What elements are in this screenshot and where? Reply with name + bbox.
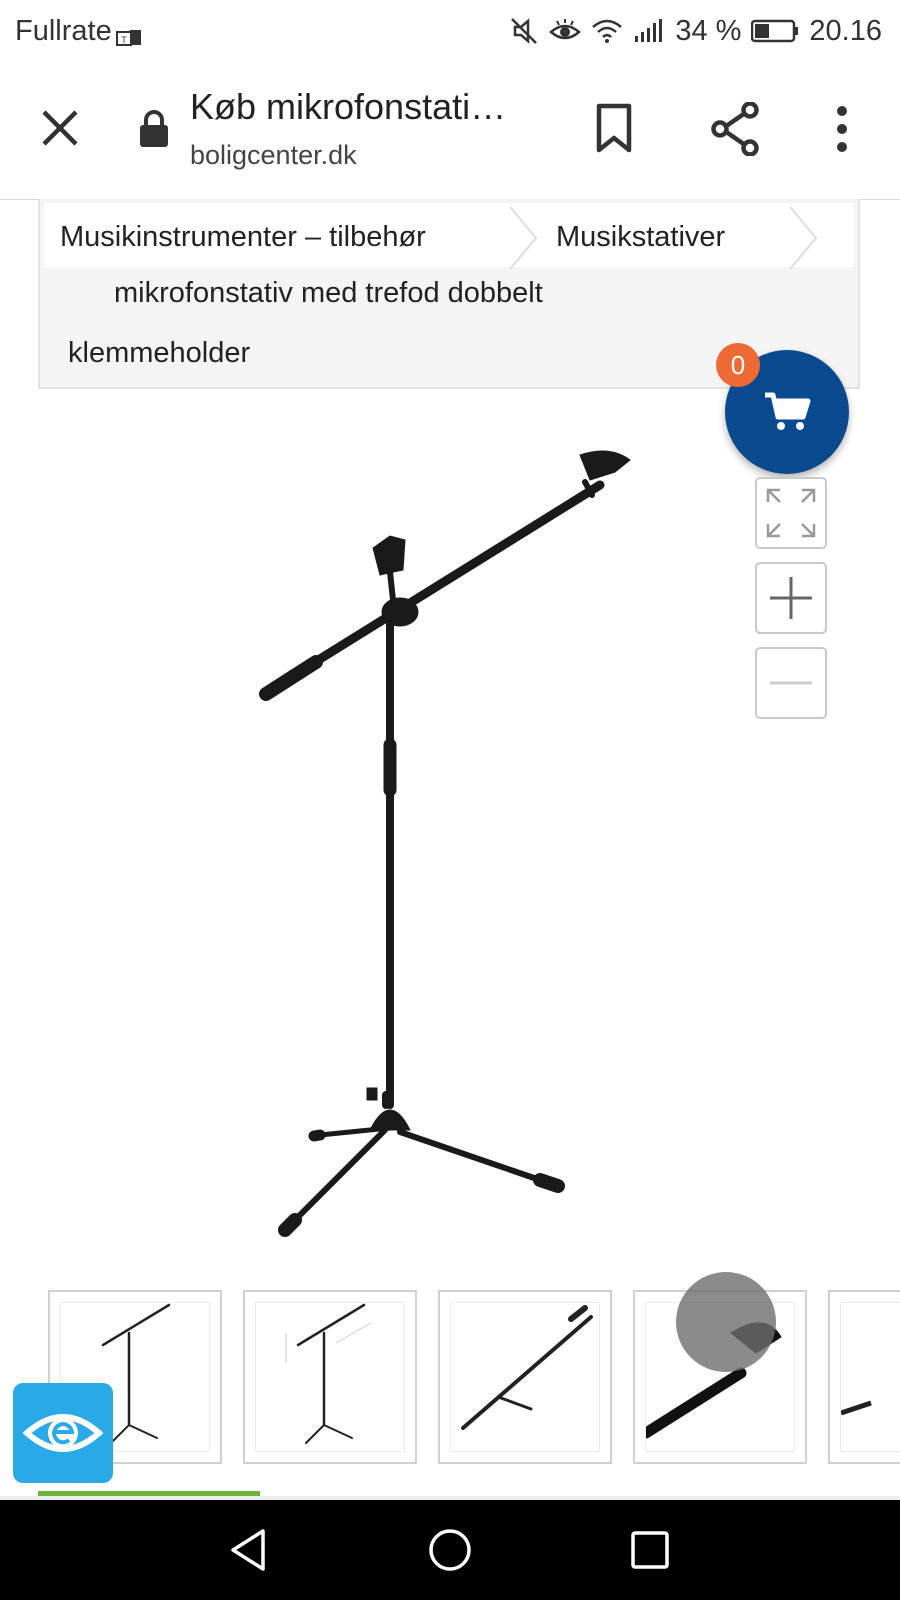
- breadcrumb-separator-icon: [789, 207, 818, 269]
- breadcrumb-item-musikstativer[interactable]: Musikstativer: [556, 221, 725, 254]
- thumbnail-image: [840, 1302, 900, 1452]
- breadcrumb-item-musikinstrumenter[interactable]: Musikinstrumenter – tilbehør: [60, 221, 426, 254]
- carrier-badge-icon: T: [115, 22, 142, 46]
- back-icon[interactable]: [225, 1525, 275, 1575]
- thumbnail-image: [450, 1302, 600, 1452]
- share-icon[interactable]: [710, 101, 760, 157]
- eye-comfort-icon: [549, 18, 582, 44]
- browser-toolbar: Køb mikrofonstati… boligcenter.dk: [0, 62, 900, 200]
- fullscreen-button[interactable]: [755, 477, 827, 549]
- page-title[interactable]: Køb mikrofonstati…: [190, 86, 506, 128]
- thumbnail-scroll-indicator[interactable]: [676, 1272, 776, 1372]
- breadcrumb-current: mikrofonstativ med trefod dobbelt: [114, 277, 543, 309]
- recents-icon[interactable]: [625, 1525, 675, 1575]
- system-nav-bar: [0, 1500, 900, 1600]
- thumbnail-2[interactable]: [243, 1290, 417, 1464]
- status-right: 34 % 20.16: [509, 15, 900, 48]
- e-eye-icon: [23, 1414, 103, 1452]
- status-bar: Fullrate T 34 % 20.16: [0, 0, 900, 62]
- cart-icon: [765, 392, 811, 430]
- thumbnail-image: [255, 1302, 405, 1452]
- close-icon[interactable]: [38, 106, 82, 150]
- cart-count-badge: 0: [716, 343, 760, 387]
- reader-mode-button[interactable]: [13, 1383, 113, 1483]
- battery-icon: [751, 19, 799, 43]
- thumbnail-3[interactable]: [438, 1290, 612, 1464]
- page-domain[interactable]: boligcenter.dk: [190, 140, 357, 171]
- carrier-name: Fullrate: [15, 14, 112, 47]
- battery-percentage: 34 %: [675, 14, 742, 47]
- mute-icon: [509, 16, 539, 46]
- zoom-in-icon: [770, 577, 812, 619]
- breadcrumb-separator-icon: [509, 207, 538, 269]
- bookmark-icon[interactable]: [594, 102, 634, 154]
- product-image-microphone-stand[interactable]: [240, 440, 660, 1260]
- clock: 20.16: [809, 14, 882, 47]
- zoom-out-button[interactable]: [755, 647, 827, 719]
- breadcrumb-current-cont: klemmeholder: [68, 337, 251, 369]
- breadcrumb-row: Musikinstrumenter – tilbehør Musikstativ…: [40, 203, 860, 269]
- home-icon[interactable]: [425, 1525, 475, 1575]
- thumbnail-5[interactable]: [828, 1290, 900, 1464]
- zoom-out-icon: [770, 681, 812, 685]
- lock-icon: [138, 109, 170, 149]
- zoom-in-button[interactable]: [755, 562, 827, 634]
- signal-icon: [633, 18, 665, 44]
- more-vert-icon[interactable]: [830, 104, 854, 154]
- wifi-icon: [591, 18, 623, 44]
- fullscreen-icon: [766, 488, 816, 538]
- svg-text:T: T: [121, 35, 127, 45]
- status-left: Fullrate T: [0, 15, 142, 48]
